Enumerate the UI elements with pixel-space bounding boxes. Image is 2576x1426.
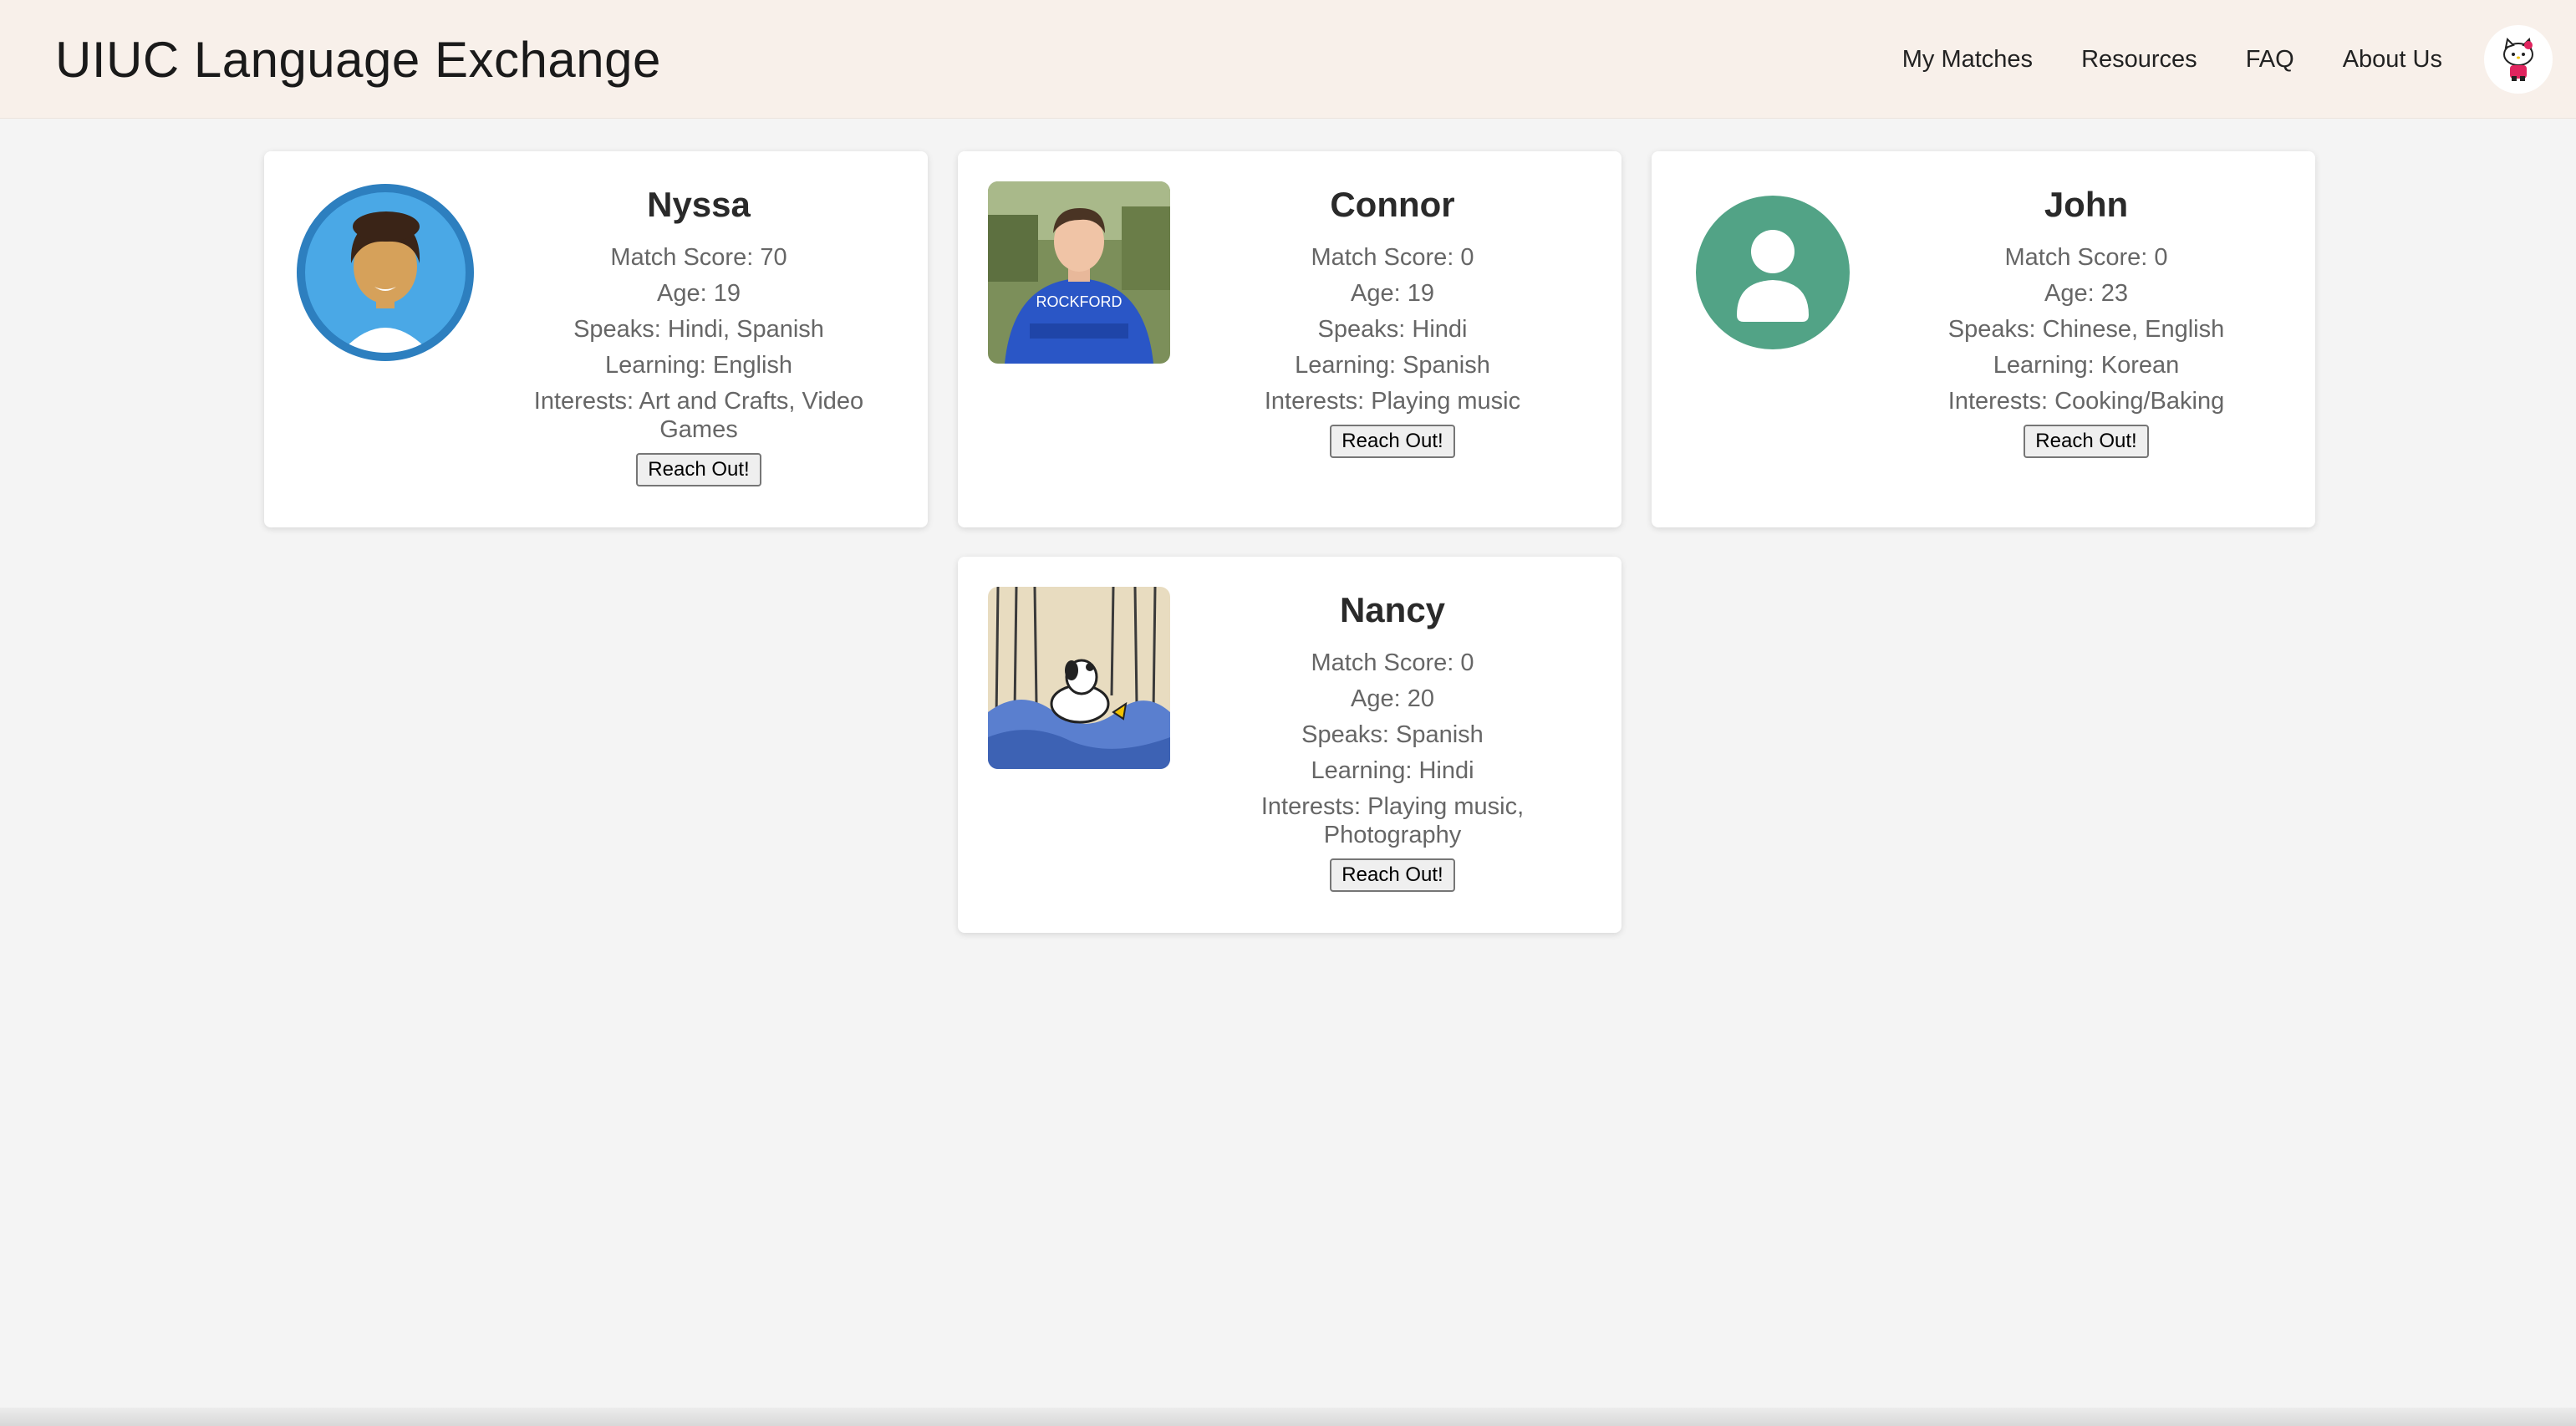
card-name: Nancy (1339, 590, 1446, 629)
interests: Interests: Cooking/Baking (1947, 388, 2225, 415)
learning: Learning: Spanish (1295, 352, 1490, 379)
nav-my-matches[interactable]: My Matches (1902, 46, 2033, 74)
nav-about-us[interactable]: About Us (2343, 46, 2442, 74)
age: Age: 20 (1351, 685, 1434, 712)
john-info: John Match Score: 0 Age: 23 Speaks: Chin… (1902, 183, 2270, 458)
nancy-info: Nancy Match Score: 0 Age: 20 Speaks: Spa… (1209, 588, 1576, 892)
interests: Interests: Art and Crafts, Video Games (533, 388, 864, 443)
reach-out-button[interactable]: Reach Out! (636, 453, 761, 486)
reach-out-button[interactable]: Reach Out! (1330, 425, 1455, 458)
card-name: Connor (1330, 185, 1455, 224)
age: Age: 23 (2044, 280, 2128, 307)
window-bottom-edge (0, 1408, 2576, 1426)
age: Age: 19 (657, 280, 741, 307)
match-score: Match Score: 0 (2004, 244, 2168, 271)
nyssa-avatar-icon (294, 181, 476, 364)
speaks: Speaks: Hindi, Spanish (573, 316, 824, 343)
card-name: John (2044, 185, 2129, 224)
nancy-photo (988, 587, 1170, 769)
learning: Learning: Korean (1993, 352, 2180, 379)
match-card-nancy: Nancy Match Score: 0 Age: 20 Speaks: Spa… (958, 557, 1621, 933)
nav-faq[interactable]: FAQ (2246, 46, 2294, 74)
interests: Interests: Playing music (1264, 388, 1521, 415)
default-user-icon (1682, 181, 1864, 364)
profile-avatar-icon[interactable] (2484, 25, 2553, 94)
match-score: Match Score: 0 (1311, 649, 1474, 676)
interests: Interests: Playing music, Photography (1260, 793, 1525, 848)
connor-info: Connor Match Score: 0 Age: 19 Speaks: Hi… (1209, 183, 1576, 458)
nyssa-info: Nyssa Match Score: 70 Age: 19 Speaks: Hi… (515, 183, 883, 486)
speaks: Speaks: Hindi (1317, 316, 1468, 343)
learning: Learning: Hindi (1311, 757, 1474, 784)
svg-text:ROCKFORD: ROCKFORD (1036, 293, 1123, 310)
connor-photo: ROCKFORD (988, 181, 1170, 364)
reach-out-button[interactable]: Reach Out! (1330, 858, 1455, 892)
nav-resources[interactable]: Resources (2081, 46, 2197, 74)
match-card-connor: ROCKFORD Connor Match Score: 0 Age: 19 S… (958, 151, 1621, 527)
hello-kitty-icon (2503, 37, 2533, 81)
nav-links: My Matches Resources FAQ About Us (1902, 0, 2442, 119)
match-card-john: John Match Score: 0 Age: 23 Speaks: Chin… (1652, 151, 2315, 527)
match-score: Match Score: 70 (610, 244, 787, 271)
site-title[interactable]: UIUC Language Exchange (55, 28, 661, 92)
speaks: Speaks: Chinese, English (1947, 316, 2225, 343)
top-navbar: UIUC Language Exchange My Matches Resour… (0, 0, 2576, 119)
learning: Learning: English (604, 352, 793, 379)
match-score: Match Score: 0 (1311, 244, 1474, 271)
match-card-nyssa: Nyssa Match Score: 70 Age: 19 Speaks: Hi… (264, 151, 928, 527)
speaks: Speaks: Spanish (1301, 721, 1484, 748)
age: Age: 19 (1351, 280, 1434, 307)
card-name: Nyssa (647, 185, 751, 224)
reach-out-button[interactable]: Reach Out! (2024, 425, 2149, 458)
